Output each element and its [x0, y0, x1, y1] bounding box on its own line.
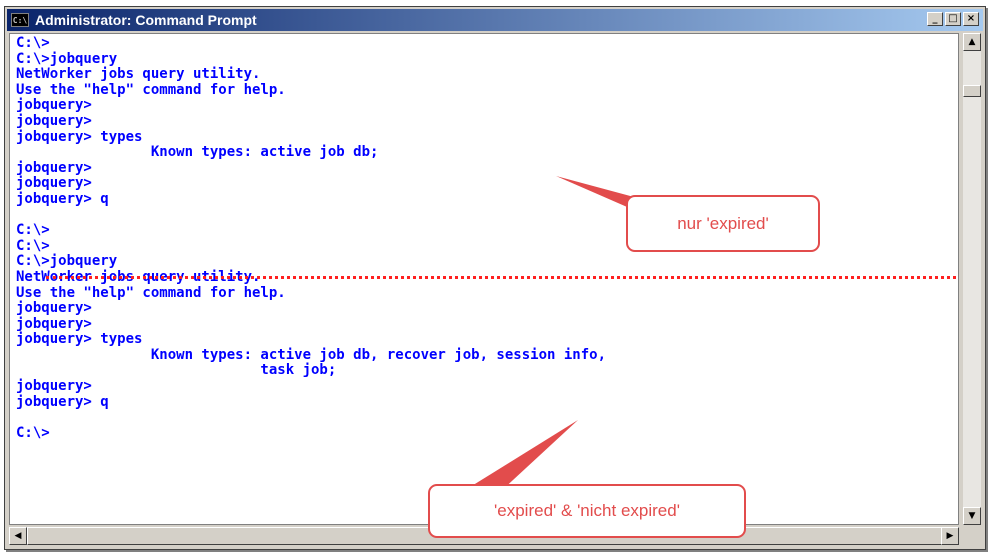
callout-pointer-1 [556, 176, 634, 210]
callout-nur-expired: nur 'expired' [626, 195, 820, 252]
annotation-overlay [462, 176, 634, 492]
callout-pointer-2 [462, 420, 578, 492]
callout-expired-and-nicht-expired: 'expired' & 'nicht expired' [428, 484, 746, 538]
